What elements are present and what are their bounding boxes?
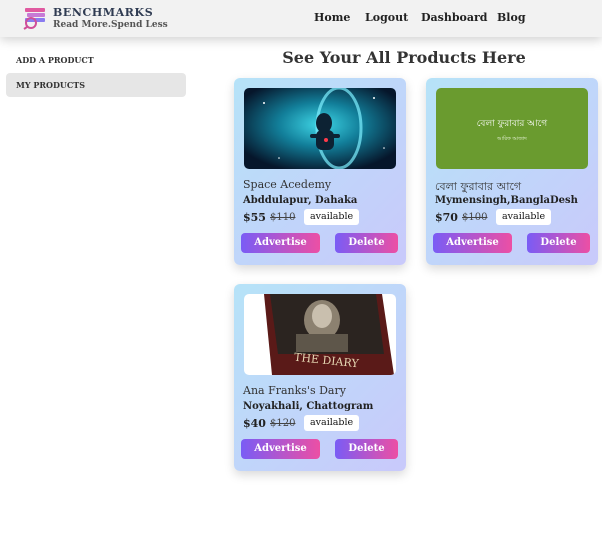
product-location: Mymensingh,BanglaDesh [435,195,578,206]
nav-blog[interactable]: Blog [497,11,526,24]
product-price: $70 [435,211,458,224]
page-title: See Your All Products Here [282,48,526,67]
product-card: বেলা ফুরাবার আগে আরিফ আজাদ বেলা ফুরাবার … [426,78,598,265]
product-location: Noyakhali, Chattogram [243,401,374,412]
delete-button[interactable]: Delete [527,233,590,253]
advertise-button[interactable]: Advertise [433,233,512,253]
top-navbar: BENCHMARKS Read More.Spend Less Home Log… [0,0,602,37]
nav-home[interactable]: Home [314,11,350,24]
product-original-price: $120 [270,418,296,429]
status-badge: available [496,209,552,225]
product-card: Space Acedemy Abddulapur, Dahaka $55 $11… [234,78,406,265]
brand-name[interactable]: BENCHMARKS [53,6,153,19]
astronaut-image [244,88,396,169]
nav-dashboard[interactable]: Dashboard [421,11,488,24]
delete-button[interactable]: Delete [335,439,398,459]
product-title: Space Acedemy [243,178,332,191]
product-card: THE DIARY Ana Franks's Dary Noyakhali, C… [234,284,406,471]
status-badge: available [304,415,360,431]
sidebar-item-my-products[interactable]: MY PRODUCTS [6,73,186,97]
cover-author: আরিফ আজাদ [496,136,527,142]
logo-icon[interactable] [22,6,48,30]
cover-title: বেলা ফুরাবার আগে [477,119,549,129]
nav-logout[interactable]: Logout [365,11,408,24]
product-original-price: $110 [270,212,296,223]
advertise-button[interactable]: Advertise [241,439,320,459]
product-original-price: $100 [462,212,488,223]
sidebar-item-add-product[interactable]: ADD A PRODUCT [6,48,186,72]
brand-tagline: Read More.Spend Less [53,20,168,30]
book-cover-image: বেলা ফুরাবার আগে আরিফ আজাদ [436,88,588,169]
advertise-button[interactable]: Advertise [241,233,320,253]
delete-button[interactable]: Delete [335,233,398,253]
product-title: Ana Franks's Dary [243,384,346,397]
product-location: Abddulapur, Dahaka [243,195,358,206]
product-price: $40 [243,417,266,430]
product-price: $55 [243,211,266,224]
diary-book-image: THE DIARY [244,294,396,375]
status-badge: available [304,209,360,225]
